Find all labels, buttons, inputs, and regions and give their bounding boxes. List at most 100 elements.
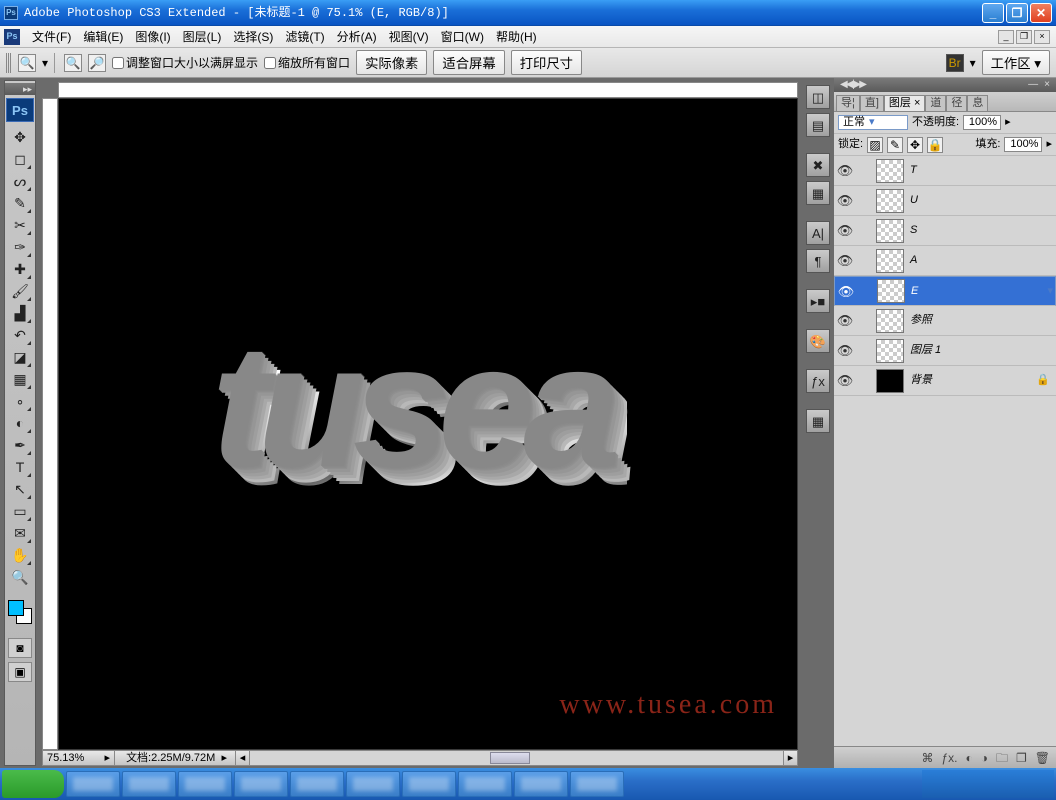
shape-tool[interactable]: ▭: [8, 500, 32, 522]
tools-collapse-icon[interactable]: ▸▸: [5, 83, 35, 95]
layer-name[interactable]: 图层 1: [908, 345, 1054, 356]
styles-panel-icon[interactable]: 🎨: [806, 329, 830, 353]
visibility-icon[interactable]: 👁: [836, 372, 854, 390]
visibility-icon[interactable]: 👁: [836, 192, 854, 210]
scrollbar-thumb[interactable]: [490, 752, 530, 764]
tool-presets-panel-icon[interactable]: ▦: [806, 409, 830, 433]
layer-thumbnail[interactable]: [876, 159, 904, 183]
panel-strip[interactable]: ◀◀ | ▶▶ —×: [834, 78, 1056, 92]
adjustment-layer-icon[interactable]: ◑: [981, 752, 988, 764]
fit-screen-button[interactable]: 适合屏幕: [433, 50, 504, 75]
type-tool[interactable]: T: [8, 456, 32, 478]
taskbar-item[interactable]: [570, 771, 624, 797]
print-size-button[interactable]: 打印尺寸: [511, 50, 582, 75]
minimize-button[interactable]: _: [982, 3, 1004, 23]
resize-window-checkbox[interactable]: 调整窗口大小以满屏显示: [112, 57, 258, 69]
path-select-tool[interactable]: ↖: [8, 478, 32, 500]
layer-row[interactable]: 👁S: [834, 216, 1056, 246]
visibility-icon[interactable]: 👁: [836, 252, 854, 270]
stamp-tool[interactable]: ▟: [8, 302, 32, 324]
panel-tab[interactable]: 直]: [860, 95, 884, 111]
layer-row[interactable]: 👁E: [834, 276, 1056, 306]
foreground-color-swatch[interactable]: [8, 600, 24, 616]
notes-tool[interactable]: ✉: [8, 522, 32, 544]
layer-mask-icon[interactable]: ◐: [965, 752, 972, 764]
lock-pixels-icon[interactable]: ✎: [887, 137, 903, 153]
menu-item[interactable]: 滤镜(T): [279, 30, 330, 44]
menu-item[interactable]: 窗口(W): [435, 30, 490, 44]
move-tool[interactable]: ✥: [8, 126, 32, 148]
scrollbar-horizontal[interactable]: [250, 751, 783, 765]
system-tray[interactable]: [922, 770, 1054, 798]
layer-row[interactable]: 👁图层 1: [834, 336, 1056, 366]
character-panel-icon[interactable]: A|: [806, 221, 830, 245]
lock-all-icon[interactable]: 🔒: [927, 137, 943, 153]
fill-flyout-icon[interactable]: ▸: [1046, 139, 1052, 150]
lasso-tool[interactable]: ᔕ: [8, 170, 32, 192]
layer-thumbnail[interactable]: [876, 249, 904, 273]
healing-tool[interactable]: ✚: [8, 258, 32, 280]
menu-item[interactable]: 视图(V): [383, 30, 435, 44]
taskbar-item[interactable]: [178, 771, 232, 797]
new-group-icon[interactable]: 🗀: [996, 752, 1008, 764]
layer-thumbnail[interactable]: [876, 369, 904, 393]
delete-layer-icon[interactable]: 🗑: [1035, 752, 1050, 764]
gradient-tool[interactable]: ▦: [8, 368, 32, 390]
layer-name[interactable]: S: [908, 225, 1054, 236]
dodge-tool[interactable]: ◐: [8, 412, 32, 434]
zoom-in-icon[interactable]: 🔍: [64, 54, 82, 72]
close-button[interactable]: ✕: [1030, 3, 1052, 23]
screen-mode-button[interactable]: ▣: [8, 662, 32, 682]
taskbar-item[interactable]: [290, 771, 344, 797]
layer-name[interactable]: T: [908, 165, 1054, 176]
zoom-all-windows-checkbox[interactable]: 缩放所有窗口: [264, 57, 350, 69]
layer-name[interactable]: A: [908, 255, 1054, 266]
color-panel-icon[interactable]: ✖: [806, 153, 830, 177]
actual-pixels-button[interactable]: 实际像素: [356, 50, 427, 75]
menu-item[interactable]: 图像(I): [129, 30, 176, 44]
zoom-tool[interactable]: 🔍: [8, 566, 32, 588]
layer-row[interactable]: 👁T: [834, 156, 1056, 186]
workspace-button[interactable]: 工作区 ▾: [982, 50, 1050, 75]
panel-close-icon[interactable]: ×: [1044, 80, 1050, 90]
panel-tab[interactable]: 径: [946, 95, 967, 111]
layer-row[interactable]: 👁背景🔒: [834, 366, 1056, 396]
navigator-panel-icon[interactable]: ◫: [806, 85, 830, 109]
maximize-button[interactable]: ❐: [1006, 3, 1028, 23]
brushes-panel-icon[interactable]: ƒx: [806, 369, 830, 393]
collapse-panels-icon[interactable]: ◀◀ | ▶▶: [840, 80, 865, 90]
taskbar-item[interactable]: [458, 771, 512, 797]
opacity-flyout-icon[interactable]: ▸: [1005, 117, 1011, 128]
layer-name[interactable]: E: [909, 286, 1043, 297]
lock-transparency-icon[interactable]: ▨: [867, 137, 883, 153]
visibility-icon[interactable]: 👁: [836, 312, 854, 330]
lock-position-icon[interactable]: ✥: [907, 137, 923, 153]
pen-tool[interactable]: ✒: [8, 434, 32, 456]
mdi-close-button[interactable]: ×: [1034, 30, 1050, 44]
marquee-tool[interactable]: ◻: [8, 148, 32, 170]
menu-item[interactable]: 分析(A): [331, 30, 383, 44]
quick-select-tool[interactable]: ✎: [8, 192, 32, 214]
hand-tool[interactable]: ✋: [8, 544, 32, 566]
opacity-field[interactable]: 100%: [963, 115, 1001, 130]
visibility-icon[interactable]: 👁: [837, 282, 855, 300]
taskbar-item[interactable]: [122, 771, 176, 797]
menu-item[interactable]: 帮助(H): [490, 30, 543, 44]
scroll-right-button[interactable]: ▸: [783, 751, 797, 765]
layer-name[interactable]: U: [908, 195, 1054, 206]
panel-tab[interactable]: 道: [925, 95, 946, 111]
taskbar-item[interactable]: [234, 771, 288, 797]
grip-icon[interactable]: [6, 53, 12, 73]
eraser-tool[interactable]: ◪: [8, 346, 32, 368]
scroll-left-button[interactable]: ◂: [236, 751, 250, 765]
layer-thumbnail[interactable]: [876, 219, 904, 243]
layer-row[interactable]: 👁A: [834, 246, 1056, 276]
visibility-icon[interactable]: 👁: [836, 162, 854, 180]
layer-style-icon[interactable]: ƒx.: [941, 752, 957, 764]
taskbar-item[interactable]: [346, 771, 400, 797]
zoom-level-field[interactable]: 75.13%▸: [43, 751, 115, 765]
taskbar-item[interactable]: [514, 771, 568, 797]
histogram-panel-icon[interactable]: ▤: [806, 113, 830, 137]
mdi-restore-button[interactable]: ❐: [1016, 30, 1032, 44]
color-swatches[interactable]: [6, 594, 34, 634]
